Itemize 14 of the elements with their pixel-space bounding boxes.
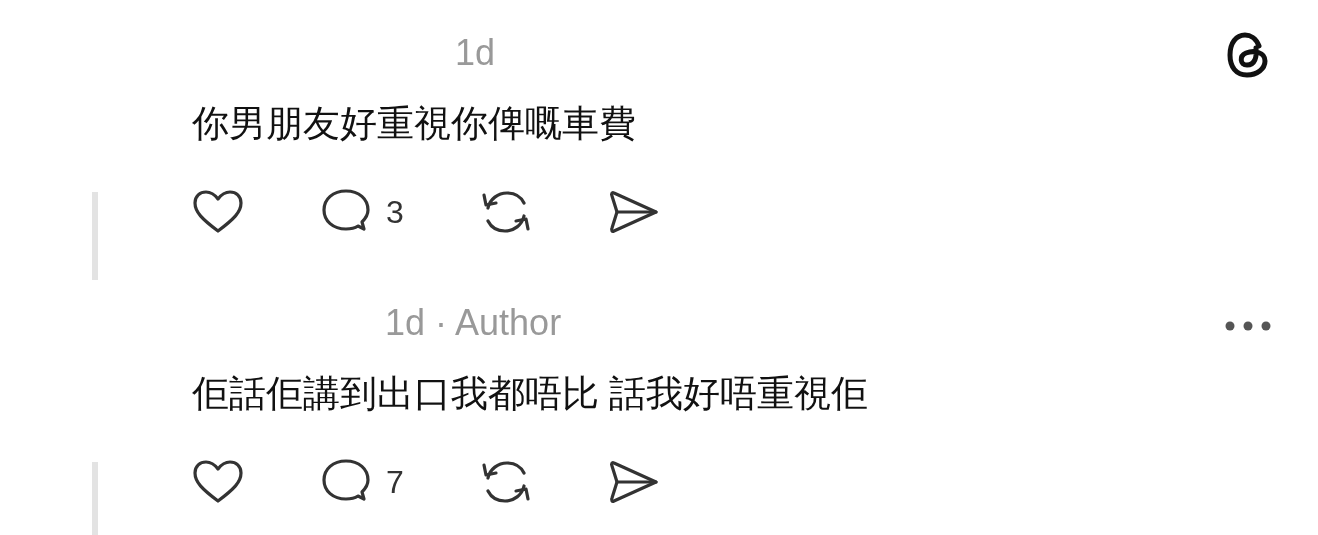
reply-count: 3 xyxy=(386,193,404,232)
repost-icon[interactable] xyxy=(480,458,532,506)
reply-count: 7 xyxy=(386,463,404,502)
send-icon[interactable] xyxy=(608,188,660,236)
post-meta: 1d · Author xyxy=(385,302,562,343)
post-text: 佢話佢講到出口我都唔比 話我好唔重視佢 xyxy=(192,372,869,416)
send-icon[interactable] xyxy=(608,458,660,506)
logo-icon[interactable] xyxy=(1226,30,1270,80)
heart-icon[interactable] xyxy=(192,459,244,505)
post-meta: 1d xyxy=(455,32,496,73)
post-text: 你男朋友好重視你俾嘅車費 xyxy=(192,102,636,146)
heart-icon[interactable] xyxy=(192,189,244,235)
more-options-icon[interactable] xyxy=(1224,320,1272,332)
repost-icon[interactable] xyxy=(480,188,532,236)
